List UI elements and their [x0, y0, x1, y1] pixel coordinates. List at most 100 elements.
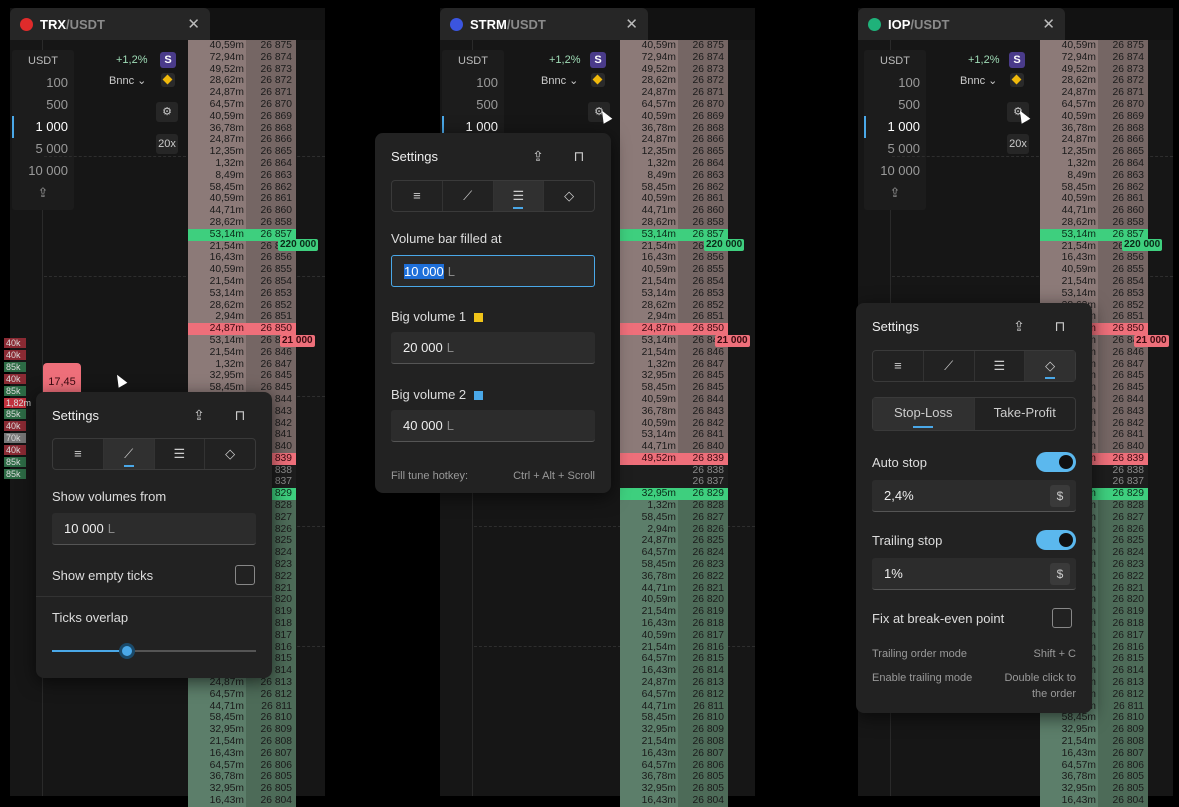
- orderbook-row[interactable]: 8,49m 26 863: [1040, 169, 1148, 182]
- orderbook-row[interactable]: 32,95m 26 805: [188, 783, 296, 795]
- orderbook-row[interactable]: 2,94m26 851: [620, 311, 728, 324]
- orderbook-row[interactable]: 40,59m 26 861: [620, 193, 728, 206]
- orderbook-row[interactable]: 28,62m 26 872: [188, 75, 296, 88]
- orderbook-row[interactable]: 21,54m26 819: [620, 606, 728, 619]
- step-option[interactable]: 100: [442, 72, 504, 94]
- export-icon[interactable]: ⇪: [527, 145, 549, 167]
- orderbook-row[interactable]: 28,62m 26 858: [620, 216, 728, 229]
- orderbook-row[interactable]: 24,87m 26 866: [188, 134, 296, 147]
- orderbook-row[interactable]: 16,43m 26 804: [1040, 795, 1148, 807]
- orderbook-row[interactable]: 40,59m26 817: [620, 629, 728, 642]
- auto-stop-toggle[interactable]: [1036, 452, 1076, 472]
- currency-toggle[interactable]: $: [1050, 485, 1070, 507]
- orderbook-row[interactable]: 16,43m26 814: [620, 665, 728, 678]
- slider-knob[interactable]: [119, 643, 135, 659]
- orderbook-row[interactable]: 44,71m26 821: [620, 582, 728, 595]
- step-option[interactable]: 500: [442, 94, 504, 116]
- shield-icon[interactable]: ◇: [1025, 351, 1075, 381]
- orderbook-row[interactable]: 40,59m 26 861: [1040, 193, 1148, 206]
- orderbook-row[interactable]: 36,78m 26 805: [1040, 771, 1148, 784]
- yellow-swatch[interactable]: [474, 313, 484, 323]
- trailing-stop-input[interactable]: 1%: [872, 558, 1076, 590]
- orderbook-row[interactable]: 24,87m 26 871: [620, 87, 728, 99]
- auto-stop-input[interactable]: 2,4%: [872, 480, 1076, 512]
- orderbook-row[interactable]: 44,71m 26 860: [188, 205, 296, 217]
- volume-curve-icon[interactable]: ⟋: [924, 351, 975, 381]
- orderbook-row[interactable]: 21,54m26 816: [620, 641, 728, 654]
- blue-swatch[interactable]: [474, 391, 484, 401]
- orderbook-row[interactable]: 16,43m 26 807: [188, 747, 296, 760]
- orderbook-row[interactable]: 1,32m 26 864: [620, 157, 728, 170]
- orderbook-row[interactable]: 1,32m26 847: [188, 358, 296, 371]
- orderbook-row[interactable]: 21,54m 26 854: [1040, 275, 1148, 288]
- tab-iop-usdt[interactable]: IOP/USDT ✕: [858, 8, 1065, 40]
- orderbook-row[interactable]: 21,54m26 846: [188, 346, 296, 359]
- orderbook-row[interactable]: 72,94m 26 874: [620, 51, 728, 64]
- trailing-stop-toggle[interactable]: [1036, 530, 1076, 550]
- exchange-select[interactable]: Bnnc ⌄: [960, 74, 997, 87]
- orderbook-row[interactable]: 16,43m 26 856: [188, 252, 296, 265]
- orderbook-row[interactable]: 58,45m 26 862: [620, 181, 728, 194]
- orderbook-row[interactable]: 12,35m 26 865: [620, 146, 728, 158]
- orderbook-row[interactable]: 16,43m 26 804: [620, 795, 728, 807]
- orderbook-row[interactable]: 16,43m 26 807: [1040, 747, 1148, 760]
- orderbook-row[interactable]: 53,14m 26 853: [188, 287, 296, 300]
- orderbook-row[interactable]: 49,52m26 839: [620, 452, 728, 465]
- orderbook-row[interactable]: 40,59m 26 855: [1040, 264, 1148, 276]
- orderbook-row[interactable]: 53,14m26 841: [620, 429, 728, 442]
- empty-ticks-checkbox[interactable]: [235, 565, 255, 585]
- orderbook-row[interactable]: 64,57m26 812: [620, 688, 728, 701]
- orderbook-row[interactable]: 36,78m 26 868: [1040, 122, 1148, 135]
- orderbook-row[interactable]: 36,78m26 822: [620, 570, 728, 583]
- big-volume-2-input[interactable]: 40 000 L: [391, 410, 595, 442]
- close-icon[interactable]: ✕: [187, 15, 200, 33]
- orderbook-row[interactable]: 32,95m 26 805: [1040, 783, 1148, 795]
- volume-curve-icon[interactable]: ⟋: [443, 181, 494, 211]
- unlock-icon[interactable]: ⊓: [1049, 315, 1071, 337]
- step-option[interactable]: 10 000: [864, 160, 926, 182]
- align-icon[interactable]: ≡: [53, 439, 104, 469]
- orderbook-row[interactable]: 2,94m26 826: [620, 523, 728, 536]
- volume-threshold-input[interactable]: 10 000 L: [52, 513, 256, 545]
- step-option[interactable]: 100: [12, 72, 74, 94]
- volume-bar-input[interactable]: 10 000 L: [391, 255, 595, 287]
- orderbook-row[interactable]: 24,87m 26 871: [1040, 87, 1148, 99]
- orderbook-row[interactable]: 12,35m 26 865: [188, 146, 296, 158]
- orderbook-row[interactable]: 64,57m 26 870: [188, 98, 296, 111]
- orderbook-row[interactable]: 28,62m26 852: [188, 299, 296, 312]
- orderbook-row[interactable]: 40,59m 26 855: [188, 264, 296, 276]
- orderbook-row[interactable]: 24,87m26 813: [620, 677, 728, 689]
- orderbook-row[interactable]: 58,45m 26 810: [620, 712, 728, 725]
- shield-icon[interactable]: ◇: [205, 439, 255, 469]
- orderbook-row[interactable]: 44,71m 26 860: [620, 205, 728, 217]
- orderbook-row[interactable]: 24,87m26 850: [188, 323, 296, 335]
- bar-icon[interactable]: ☰: [155, 439, 206, 469]
- orderbook-row[interactable]: 40,59m 26 875: [1040, 40, 1148, 52]
- strategy-badge[interactable]: S: [1009, 52, 1025, 68]
- align-icon[interactable]: ≡: [392, 181, 443, 211]
- orderbook-row[interactable]: 49,52m 26 873: [1040, 63, 1148, 76]
- orderbook-row[interactable]: 28,62m26 852: [620, 299, 728, 312]
- close-icon[interactable]: ✕: [1042, 15, 1055, 33]
- orderbook-row[interactable]: 58,45m 26 810: [188, 712, 296, 725]
- orderbook-row[interactable]: 21,54m26 846: [620, 346, 728, 359]
- currency-toggle[interactable]: $: [1050, 563, 1070, 585]
- tab-trx-usdt[interactable]: TRX/USDT ✕: [10, 8, 210, 40]
- orderbook-row[interactable]: 28,62m 26 872: [1040, 75, 1148, 88]
- orderbook-row[interactable]: 32,95m 26 809: [620, 724, 728, 737]
- orderbook-row[interactable]: 64,57m26 815: [620, 653, 728, 666]
- orderbook-row[interactable]: 40,59m 26 869: [188, 110, 296, 123]
- orderbook-row[interactable]: 36,78m 26 868: [620, 122, 728, 135]
- close-icon[interactable]: ✕: [625, 15, 638, 33]
- leverage-button[interactable]: 20x: [1007, 134, 1029, 154]
- orderbook-row[interactable]: 36,78m 26 805: [620, 771, 728, 784]
- ticks-overlap-slider[interactable]: [52, 643, 256, 659]
- orderbook-row[interactable]: 32,95m 26 809: [1040, 724, 1148, 737]
- tab-strm-usdt[interactable]: STRM/USDT ✕: [440, 8, 648, 40]
- orderbook-row[interactable]: 16,43m 26 804: [188, 795, 296, 807]
- orderbook-row[interactable]: 21,54m 26 808: [1040, 736, 1148, 748]
- orderbook-row[interactable]: 58,45m26 823: [620, 559, 728, 571]
- orderbook-row[interactable]: 24,87m26 813: [188, 677, 296, 689]
- orderbook-row[interactable]: 40,59m 26 869: [1040, 110, 1148, 123]
- big-volume-1-input[interactable]: 20 000 L: [391, 332, 595, 364]
